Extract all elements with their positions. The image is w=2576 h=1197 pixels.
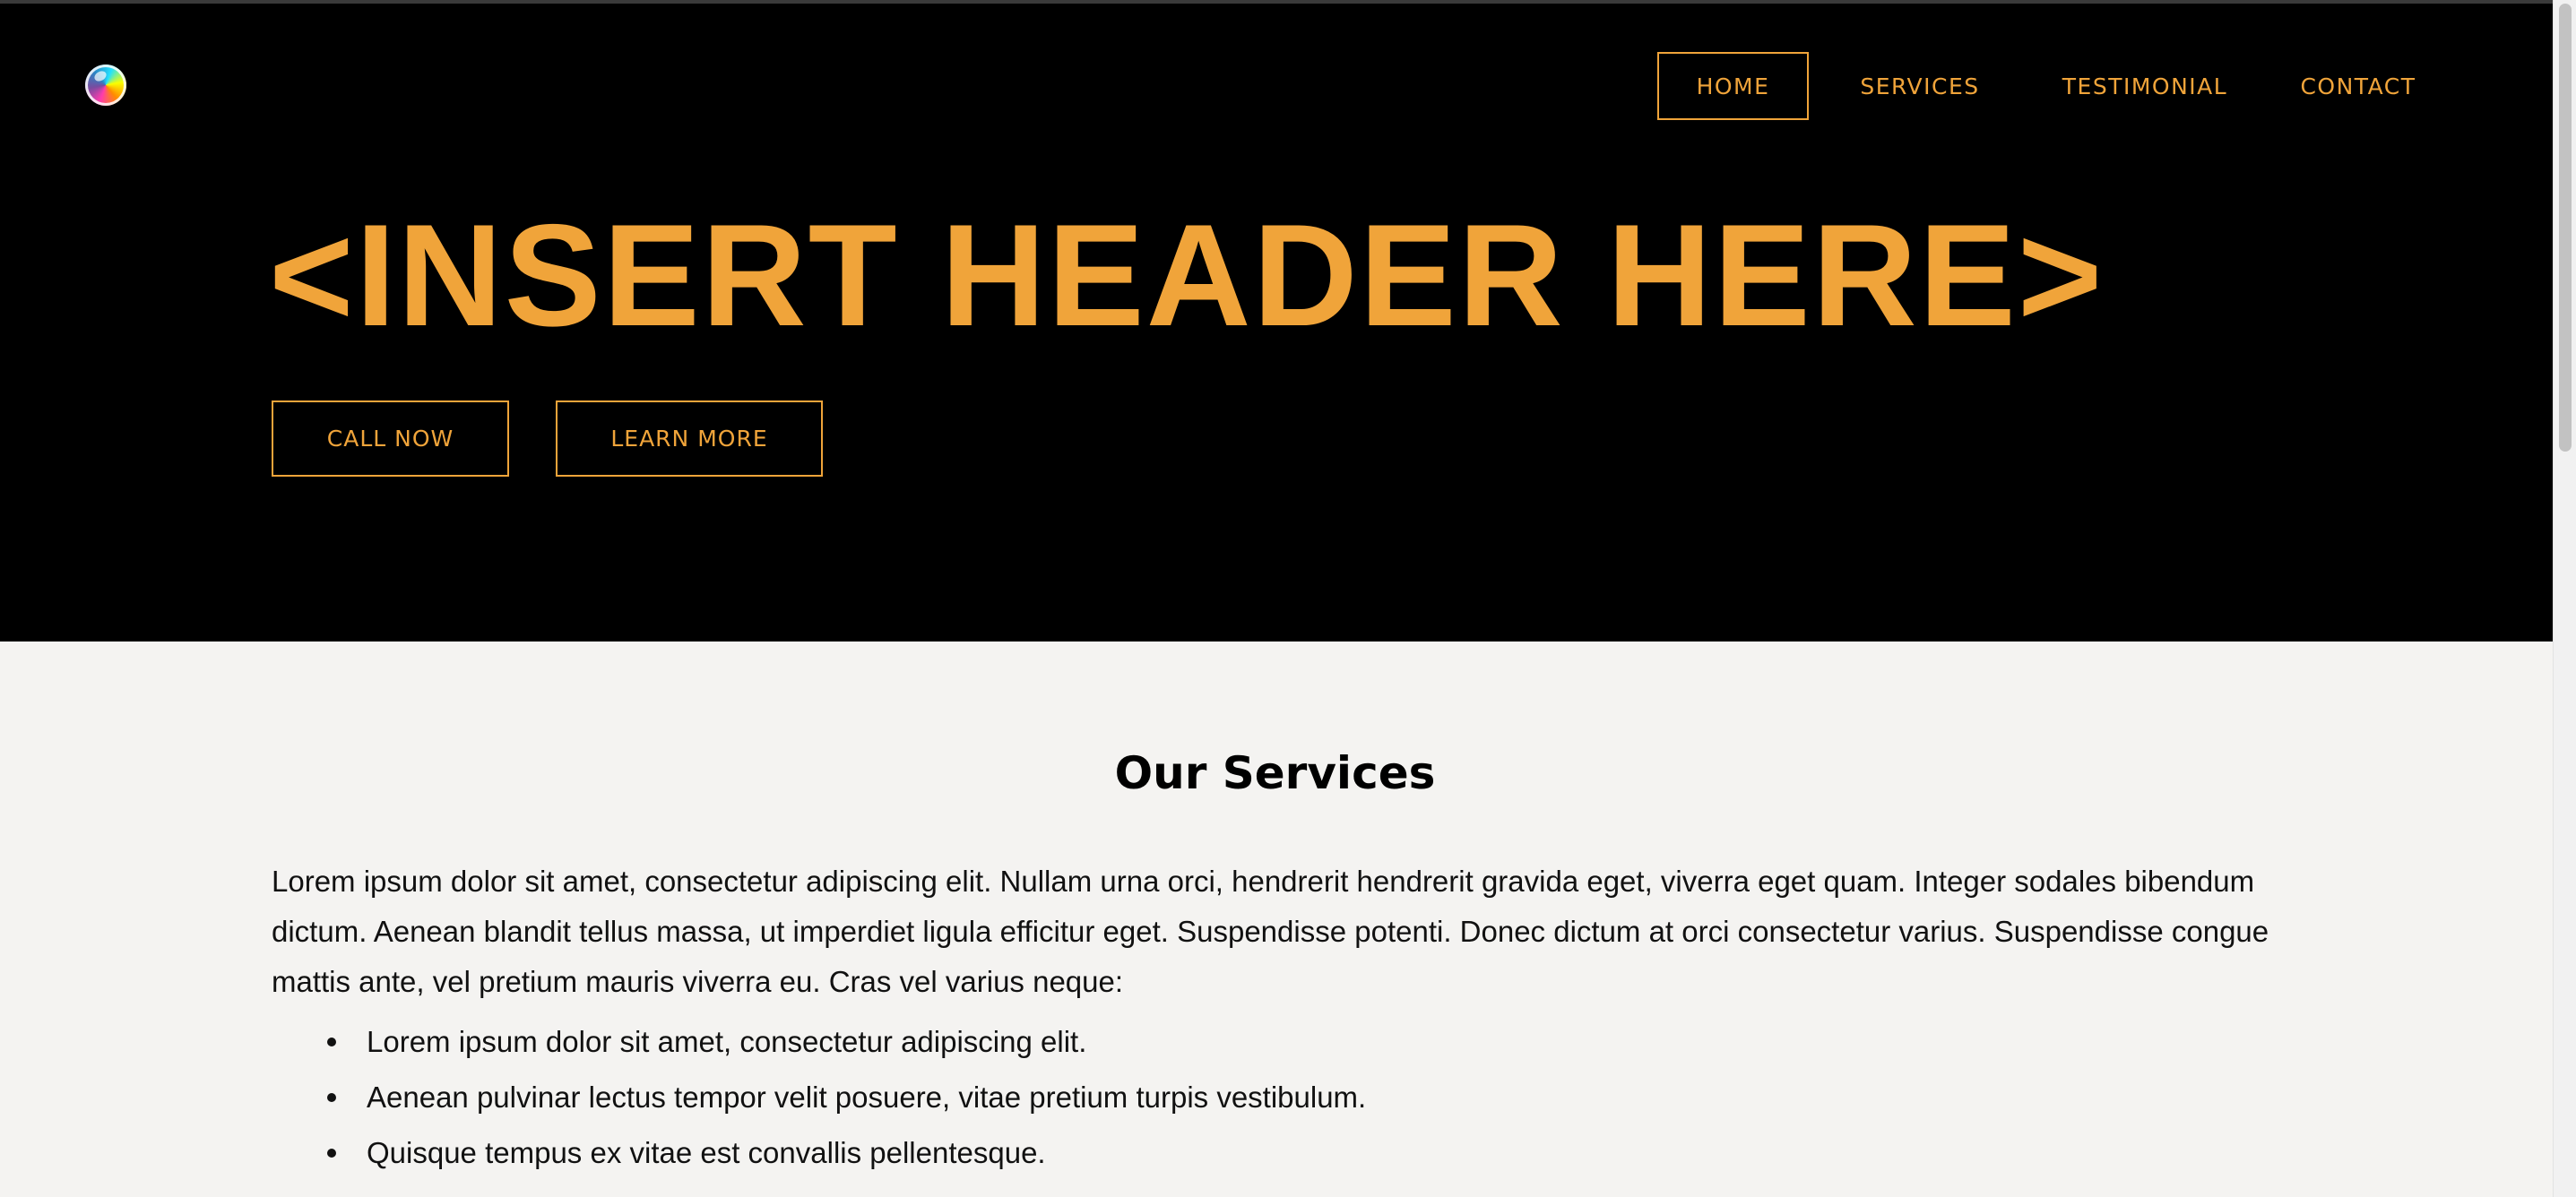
gradient-orb-logo-icon[interactable] — [85, 65, 126, 106]
bullet-icon — [327, 1093, 336, 1102]
nav-item-services[interactable]: SERVICES — [1809, 52, 2031, 120]
list-item-text: Quisque tempus ex vitae est convallis pe… — [367, 1136, 1046, 1169]
services-section: Our Services Lorem ipsum dolor sit amet,… — [0, 642, 2553, 1197]
list-item: Lorem ipsum dolor sit amet, consectetur … — [272, 1014, 2279, 1070]
bullet-icon — [327, 1038, 336, 1046]
main-nav: HOME SERVICES TESTIMONIAL CONTACT — [1657, 52, 2458, 120]
bullet-icon — [327, 1149, 336, 1158]
list-item-text: Aenean pulvinar lectus tempor velit posu… — [367, 1081, 1367, 1114]
services-paragraph: Lorem ipsum dolor sit amet, consectetur … — [272, 865, 2269, 998]
services-title: Our Services — [1114, 747, 1436, 799]
nav-item-home[interactable]: HOME — [1657, 52, 1809, 120]
list-item: Aenean pulvinar lectus tempor velit posu… — [272, 1070, 2279, 1125]
hero-section: HOME SERVICES TESTIMONIAL CONTACT <INSER… — [0, 4, 2553, 642]
scrollbar-thumb[interactable] — [2559, 4, 2572, 452]
list-item: Quisque tempus ex vitae est convallis pe… — [272, 1125, 2279, 1181]
vertical-scrollbar[interactable] — [2553, 0, 2576, 1197]
nav-item-testimonial[interactable]: TESTIMONIAL — [2031, 52, 2259, 120]
nav-item-contact[interactable]: CONTACT — [2259, 52, 2458, 120]
hero-title: <INSERT HEADER HERE> — [269, 194, 2105, 357]
call-now-button[interactable]: CALL NOW — [272, 400, 509, 477]
services-list: Lorem ipsum dolor sit amet, consectetur … — [272, 1014, 2279, 1181]
browser-viewport: HOME SERVICES TESTIMONIAL CONTACT <INSER… — [0, 0, 2576, 1197]
learn-more-button[interactable]: LEARN MORE — [556, 400, 823, 477]
list-item-text: Lorem ipsum dolor sit amet, consectetur … — [367, 1025, 1087, 1058]
